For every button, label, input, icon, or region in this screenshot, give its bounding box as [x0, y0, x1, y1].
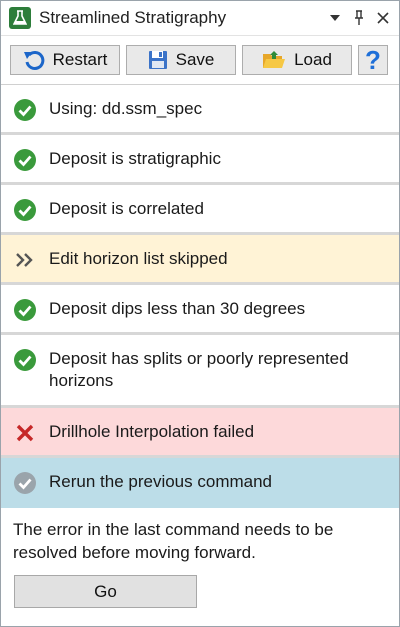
close-icon[interactable] — [373, 7, 393, 29]
step-label: Deposit has splits or poorly represented… — [49, 349, 349, 390]
flask-app-icon — [9, 7, 31, 29]
window-title: Streamlined Stratigraphy — [39, 8, 227, 27]
step-item-current: Rerun the previous command — [1, 458, 399, 508]
check-circle-icon — [14, 349, 36, 371]
restart-button[interactable]: Restart — [10, 45, 120, 75]
check-circle-icon — [14, 199, 36, 221]
restart-label: Restart — [52, 50, 108, 69]
save-button[interactable]: Save — [126, 45, 236, 75]
step-label: Rerun the previous command — [49, 472, 273, 491]
step-item: Using: dd.ssm_spec — [1, 85, 399, 135]
go-label: Go — [94, 581, 117, 601]
error-message: The error in the last command needs to b… — [13, 520, 334, 562]
x-mark-icon — [16, 424, 34, 442]
floppy-disk-icon — [148, 51, 167, 69]
step-item: Drillhole Interpolation failed — [1, 408, 399, 458]
load-label: Load — [294, 50, 332, 69]
step-label: Drillhole Interpolation failed — [49, 422, 255, 441]
step-list: Using: dd.ssm_spec Deposit is stratigrap… — [1, 85, 399, 508]
dropdown-arrow-icon[interactable] — [325, 7, 345, 29]
check-circle-icon — [14, 299, 36, 321]
step-label: Using: dd.ssm_spec — [49, 99, 203, 118]
step-item: Deposit is stratigraphic — [1, 135, 399, 185]
double-chevron-icon — [16, 253, 33, 267]
check-circle-gray-icon — [14, 472, 36, 494]
step-item: Edit horizon list skipped — [1, 235, 399, 285]
step-label: Deposit is correlated — [49, 199, 204, 218]
load-button[interactable]: Load — [242, 45, 352, 75]
help-icon: ? — [365, 45, 381, 75]
step-item: Deposit dips less than 30 degrees — [1, 285, 399, 335]
step-label: Edit horizon list skipped — [49, 249, 228, 268]
restart-icon — [23, 50, 44, 70]
check-circle-icon — [14, 149, 36, 171]
save-label: Save — [175, 50, 215, 69]
step-label: Deposit dips less than 30 degrees — [49, 299, 306, 318]
check-circle-icon — [14, 99, 36, 121]
step-item: Deposit has splits or poorly represented… — [1, 335, 399, 408]
pin-icon[interactable] — [349, 7, 369, 29]
toolbar: Restart Save Load ? — [1, 36, 399, 85]
help-button[interactable]: ? — [358, 45, 388, 75]
go-button[interactable]: Go — [14, 575, 197, 608]
step-item: Deposit is correlated — [1, 185, 399, 235]
streamlined-stratigraphy-panel: Streamlined Stratigraphy Restart Save Lo… — [0, 0, 400, 627]
step-label: Deposit is stratigraphic — [49, 149, 221, 168]
title-bar: Streamlined Stratigraphy — [1, 1, 399, 36]
folder-open-icon — [263, 51, 286, 68]
